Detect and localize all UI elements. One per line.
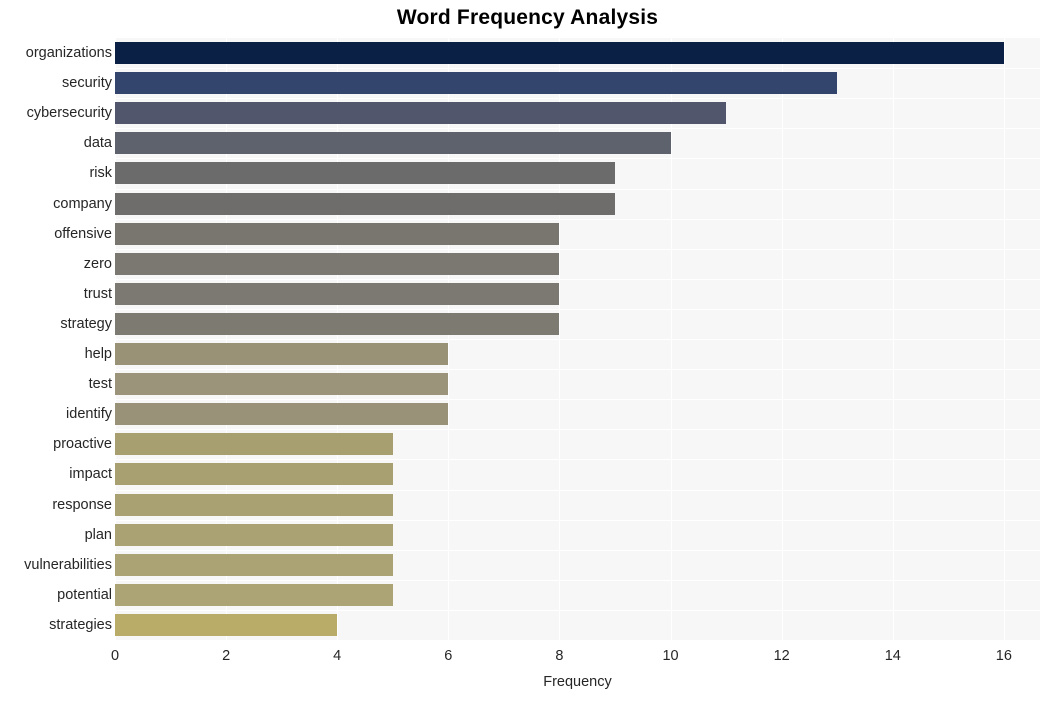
gridline-horizontal bbox=[115, 489, 1040, 491]
gridline-horizontal bbox=[115, 579, 1040, 581]
bar[interactable] bbox=[115, 282, 560, 305]
y-tick-label: vulnerabilities bbox=[24, 556, 112, 573]
x-tick-label: 16 bbox=[995, 648, 1012, 664]
gridline-horizontal bbox=[115, 519, 1040, 521]
x-tick-label: 2 bbox=[222, 648, 231, 664]
y-tick-label: risk bbox=[89, 165, 112, 182]
gridline-horizontal bbox=[115, 218, 1040, 220]
y-tick-label: security bbox=[62, 75, 112, 92]
gridline-horizontal bbox=[115, 369, 1040, 371]
bar[interactable] bbox=[115, 463, 393, 486]
y-tick-label: organizations bbox=[25, 45, 112, 62]
x-tick-label: 8 bbox=[555, 648, 564, 664]
x-axis-title: Frequency bbox=[543, 674, 612, 690]
bar[interactable] bbox=[115, 192, 615, 215]
bar[interactable] bbox=[115, 42, 1004, 65]
bar[interactable] bbox=[115, 343, 449, 366]
y-tick-label: company bbox=[53, 195, 112, 212]
bar[interactable] bbox=[115, 493, 393, 516]
y-tick-label: strategy bbox=[60, 315, 112, 332]
bar[interactable] bbox=[115, 222, 560, 245]
x-tick-label: 4 bbox=[333, 648, 342, 664]
y-tick-label: proactive bbox=[53, 436, 112, 453]
y-tick-label: trust bbox=[83, 285, 112, 302]
y-tick-label: impact bbox=[69, 466, 112, 483]
bar[interactable] bbox=[115, 583, 393, 606]
y-tick-label: cybersecurity bbox=[26, 105, 112, 122]
y-tick-label: test bbox=[88, 376, 112, 393]
gridline-horizontal bbox=[115, 339, 1040, 340]
chart-title: Word Frequency Analysis bbox=[396, 6, 659, 29]
gridline-horizontal bbox=[115, 459, 1040, 461]
y-tick-label: response bbox=[52, 496, 112, 513]
word-frequency-chart: Word Frequency Analysis organizations sec… bbox=[0, 0, 1055, 701]
y-tick-label: strategies bbox=[49, 616, 112, 633]
bar[interactable] bbox=[115, 312, 560, 335]
y-tick-label: offensive bbox=[54, 225, 112, 242]
bar[interactable] bbox=[115, 523, 393, 546]
bar[interactable] bbox=[115, 613, 338, 636]
x-tick-label: 0 bbox=[110, 648, 120, 664]
bar[interactable] bbox=[115, 433, 393, 456]
bar[interactable] bbox=[115, 132, 671, 155]
bar[interactable] bbox=[115, 403, 449, 426]
plot-area bbox=[115, 38, 1040, 640]
gridline-horizontal bbox=[115, 98, 1040, 100]
y-tick-label: help bbox=[84, 346, 112, 363]
y-tick-label: zero bbox=[83, 255, 112, 272]
y-tick-label: identify bbox=[66, 406, 112, 423]
bar[interactable] bbox=[115, 72, 838, 95]
gridline-horizontal bbox=[115, 68, 1040, 70]
x-tick-label: 10 bbox=[662, 648, 679, 664]
y-tick-label: plan bbox=[84, 526, 112, 543]
bar[interactable] bbox=[115, 553, 393, 576]
x-tick-label: 12 bbox=[773, 648, 790, 664]
gridline-horizontal bbox=[115, 549, 1040, 551]
gridline-horizontal bbox=[115, 248, 1040, 250]
gridline-horizontal bbox=[115, 399, 1040, 401]
y-axis: organizations security cybersecurity data ri… bbox=[0, 38, 112, 640]
bar[interactable] bbox=[115, 252, 560, 275]
gridline-horizontal bbox=[115, 609, 1040, 611]
gridline-horizontal bbox=[115, 429, 1040, 431]
gridline-horizontal bbox=[115, 308, 1040, 310]
x-axis: 0 2 4 6 8 10 12 14 16 bbox=[111, 640, 1040, 670]
bar[interactable] bbox=[115, 162, 615, 185]
bar[interactable] bbox=[115, 102, 727, 125]
gridline-horizontal bbox=[115, 128, 1040, 130]
gridline-horizontal bbox=[115, 278, 1040, 280]
y-tick-label: data bbox=[83, 135, 112, 152]
gridline-horizontal bbox=[115, 158, 1040, 160]
bar[interactable] bbox=[115, 373, 449, 396]
x-tick-label: 14 bbox=[884, 648, 901, 664]
y-tick-label: potential bbox=[57, 586, 112, 603]
x-tick-label: 6 bbox=[444, 648, 453, 664]
gridline-horizontal bbox=[115, 188, 1040, 190]
